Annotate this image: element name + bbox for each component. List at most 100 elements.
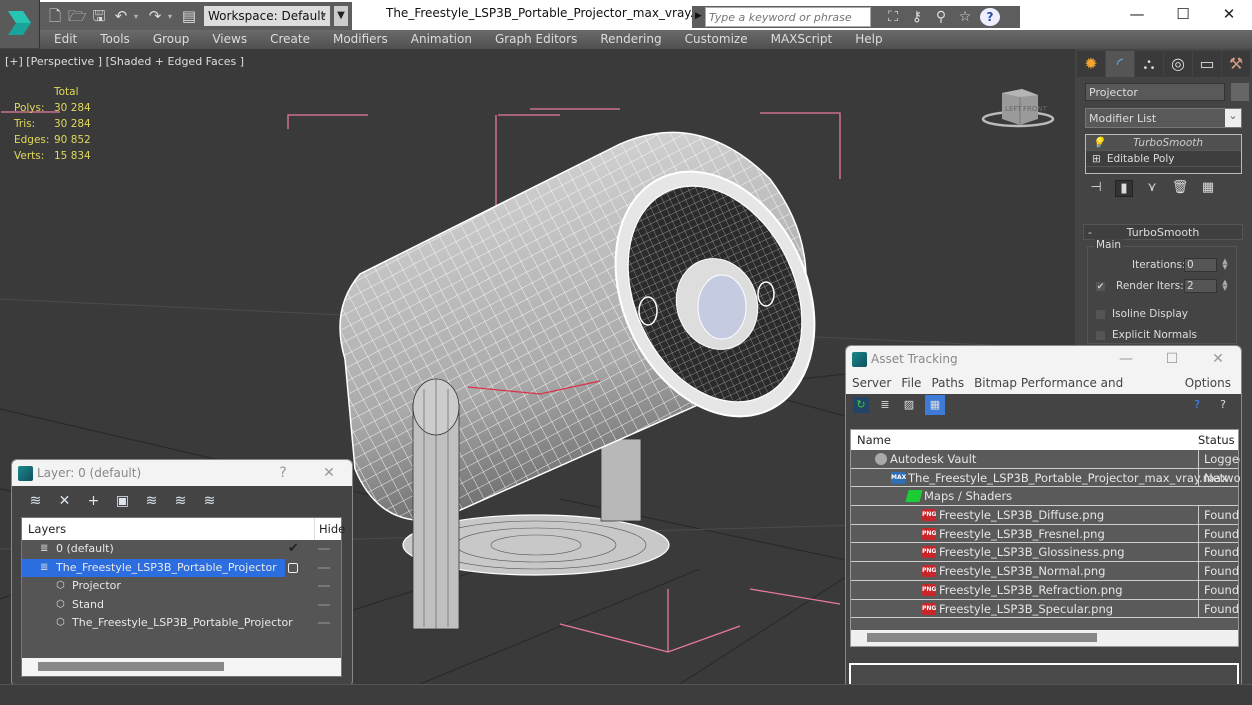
binoculars-icon[interactable]: ⛶ (884, 9, 902, 25)
project-icon[interactable]: ▤ (180, 7, 198, 25)
redo-dropdown[interactable]: ▾ (168, 12, 176, 21)
hide-toggle[interactable] (318, 548, 330, 550)
horizontal-scrollbar[interactable] (851, 630, 1238, 646)
show-end-result-icon[interactable]: ▮ (1115, 180, 1133, 197)
app-menu-button[interactable] (0, 0, 40, 48)
layer-row[interactable]: ≣ The_Freestyle_LSP3B_Portable_Projector (22, 558, 341, 578)
hide-toggle[interactable] (318, 566, 330, 569)
asset-row[interactable]: Maps / Shaders (851, 487, 1238, 507)
isoline-display-checkbox[interactable] (1095, 309, 1106, 320)
rollout-header[interactable]: - TurboSmooth (1083, 224, 1243, 240)
set-current-checkbox[interactable] (288, 562, 298, 573)
render-iters-spin-arrows[interactable]: ▲ ▼ (1220, 279, 1230, 293)
close-button[interactable]: ✕ (1195, 346, 1241, 372)
minimize-button[interactable]: — (1103, 346, 1149, 372)
asset-row[interactable]: PNG Freestyle_LSP3B_Normal.png Found (851, 562, 1239, 581)
key-icon[interactable]: ⚷ (908, 9, 926, 25)
help-button[interactable]: ? (260, 460, 306, 486)
iterations-input[interactable]: 0 (1184, 258, 1217, 272)
scrollbar-thumb[interactable] (38, 662, 224, 671)
close-button[interactable]: ✕ (306, 460, 352, 486)
asset-row[interactable]: PNG Freestyle_LSP3B_Glossiness.png Found (851, 543, 1239, 563)
layer-object-row[interactable]: ⬡ The_Freestyle_LSP3B_Portable_Projector (22, 614, 341, 633)
menu-views[interactable]: Views (212, 30, 247, 49)
utilities-tab-icon[interactable]: ⚒ (1222, 51, 1250, 77)
make-unique-icon[interactable]: ⋎ (1143, 180, 1161, 197)
modifier-list-dropdown[interactable]: Modifier List (1085, 108, 1242, 128)
layer-dialog-titlebar[interactable]: Layer: 0 (default) ? ✕ (12, 460, 352, 486)
menu-paths[interactable]: Paths (931, 372, 964, 394)
new-icon[interactable]: 🗋 (46, 7, 64, 25)
motion-tab-icon[interactable]: ◎ (1164, 51, 1192, 77)
list-view-icon[interactable]: ≣ (877, 397, 893, 413)
refresh-icon[interactable]: ↻ (853, 397, 869, 413)
search-input[interactable] (705, 7, 871, 27)
menu-rendering[interactable]: Rendering (600, 30, 661, 49)
create-layer-icon[interactable]: ≋ (26, 493, 45, 509)
asset-row[interactable]: PNG Freestyle_LSP3B_Refraction.png Found (851, 580, 1239, 600)
menu-options[interactable]: Options (1185, 372, 1231, 394)
viewcube[interactable]: LEFT FRONT (980, 85, 1060, 135)
hierarchy-tab-icon[interactable]: ⛬ (1135, 51, 1163, 77)
render-iters-checkbox[interactable]: ✔ (1095, 281, 1106, 292)
select-objects-icon[interactable]: ▣ (113, 493, 132, 509)
undo-icon[interactable]: ↶ (112, 7, 130, 25)
object-name-field[interactable]: Projector (1085, 83, 1225, 101)
expand-plus-icon[interactable]: ⊞ (1092, 151, 1101, 166)
iterations-spin-arrows[interactable]: ▲ ▼ (1220, 258, 1230, 272)
configure-sets-icon[interactable]: ▦ (1199, 180, 1217, 197)
menu-server[interactable]: Server (852, 372, 891, 394)
add-to-layer-icon[interactable]: + (84, 493, 103, 509)
menu-help[interactable]: Help (855, 30, 882, 49)
help-icon[interactable]: ? (980, 8, 1000, 26)
menu-animation[interactable]: Animation (411, 30, 472, 49)
menu-customize[interactable]: Customize (685, 30, 748, 49)
scrollbar-thumb[interactable] (867, 633, 1097, 642)
open-icon[interactable]: 🗁 (68, 7, 87, 25)
remove-modifier-icon[interactable]: 🗑 (1171, 180, 1189, 197)
menu-maxscript[interactable]: MAXScript (771, 30, 833, 49)
close-button[interactable]: ✕ (1206, 0, 1252, 30)
current-layer-check-icon[interactable]: ✔ (288, 540, 299, 558)
layer-settings-icon[interactable]: ≋ (200, 493, 219, 509)
modify-tab-icon[interactable]: ◜ (1106, 51, 1134, 77)
asset-row[interactable]: PNG Freestyle_LSP3B_Specular.png Found (851, 599, 1239, 619)
object-color-swatch[interactable] (1231, 83, 1249, 101)
maximize-button[interactable]: ☐ (1160, 0, 1206, 30)
layer-object-row[interactable]: ⬡ Projector (22, 577, 341, 596)
save-icon[interactable]: 🖫 (90, 7, 108, 25)
explicit-normals-checkbox[interactable] (1095, 330, 1106, 341)
satellite-icon[interactable]: ⚲ (932, 9, 950, 25)
menu-tools[interactable]: Tools (100, 30, 130, 49)
menu-file[interactable]: File (901, 372, 921, 394)
menu-graph-editors[interactable]: Graph Editors (495, 30, 577, 49)
minimize-button[interactable]: — (1114, 0, 1160, 30)
help-query-icon[interactable]: ? (1189, 397, 1205, 413)
maximize-button[interactable]: ☐ (1149, 346, 1195, 372)
create-tab-icon[interactable]: ✹ (1077, 51, 1105, 77)
asset-row[interactable]: Autodesk VaultLogged (851, 450, 1240, 469)
asset-tracking-titlebar[interactable]: Asset Tracking — ☐ ✕ (846, 346, 1241, 372)
display-tab-icon[interactable]: ▭ (1193, 51, 1221, 77)
menu-group[interactable]: Group (153, 30, 190, 49)
pin-stack-icon[interactable]: ⊣ (1087, 180, 1105, 197)
workspace-menu-button[interactable]: ▼ (334, 6, 348, 26)
column-hide[interactable]: Hide (314, 518, 345, 540)
menu-modifiers[interactable]: Modifiers (333, 30, 388, 49)
horizontal-scrollbar[interactable] (22, 658, 341, 676)
asset-row[interactable]: MAX The_Freestyle_LSP3B_Portable_Projecto… (851, 468, 1240, 488)
thumbnail-view-icon[interactable]: ▨ (901, 397, 917, 413)
help-icon[interactable]: ? (1215, 397, 1231, 413)
menu-bitmap-performance[interactable]: Bitmap Performance and Memory (974, 372, 1175, 412)
column-name[interactable]: Name (851, 433, 891, 447)
layer-object-row[interactable]: ⬡ Stand (22, 596, 341, 615)
viewport-label[interactable]: [+] [Perspective ] [Shaded + Edged Faces… (5, 55, 244, 68)
column-status[interactable]: Status (1198, 430, 1235, 450)
workspace-dropdown[interactable]: Workspace: Default (204, 6, 330, 26)
select-layer-icon[interactable]: ≋ (142, 493, 161, 509)
hide-toggle[interactable] (318, 585, 330, 588)
highlight-layer-icon[interactable]: ≋ (171, 493, 190, 509)
bulb-icon[interactable]: 💡 (1092, 135, 1105, 150)
hide-toggle[interactable] (318, 603, 330, 606)
star-icon[interactable]: ☆ (956, 9, 974, 25)
